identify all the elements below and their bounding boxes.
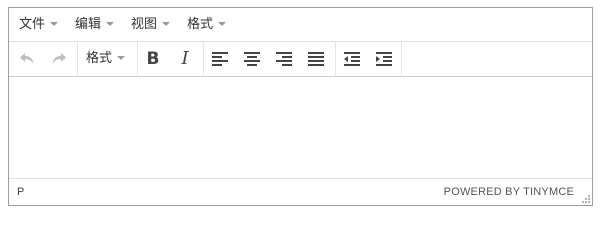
redo-button[interactable]: [47, 49, 71, 69]
italic-button[interactable]: I: [173, 49, 197, 69]
align-right-icon: [276, 52, 292, 66]
menu-view[interactable]: 视图: [131, 16, 171, 34]
outdent-icon: [344, 52, 360, 66]
toolbar-separator: [77, 42, 78, 77]
bold-icon: B: [146, 49, 160, 69]
chevron-down-icon: [106, 21, 115, 26]
editor-content-area[interactable]: [9, 77, 592, 178]
menu-file-label: 文件: [19, 17, 46, 32]
chevron-down-icon: [117, 55, 126, 60]
redo-icon: [52, 53, 66, 64]
menu-edit-label: 编辑: [75, 17, 102, 32]
align-left-icon: [212, 52, 228, 66]
toolbar-separator: [137, 42, 138, 77]
chevron-down-icon: [162, 21, 171, 26]
toolbar-separator: [335, 42, 336, 77]
format-dropdown-label: 格式: [86, 51, 113, 66]
outdent-button[interactable]: [340, 49, 364, 69]
align-justify-icon: [308, 52, 324, 66]
rich-text-editor: 文件 编辑 视图 格式 格式 B I P POWERED BY TINYMCE: [8, 7, 593, 206]
resize-handle-icon[interactable]: [582, 195, 590, 203]
menu-view-label: 视图: [131, 17, 158, 32]
menubar: 文件 编辑 视图 格式: [9, 8, 592, 42]
statusbar: P POWERED BY TINYMCE: [9, 178, 592, 205]
toolbar: 格式 B I: [9, 42, 592, 77]
element-path[interactable]: P: [17, 186, 24, 198]
menu-format-label: 格式: [187, 17, 214, 32]
align-center-button[interactable]: [240, 49, 264, 69]
toolbar-separator: [203, 42, 204, 77]
chevron-down-icon: [218, 21, 227, 26]
undo-button[interactable]: [15, 49, 39, 69]
powered-by-link[interactable]: POWERED BY TINYMCE: [444, 186, 574, 198]
indent-icon: [376, 52, 392, 66]
align-center-icon: [244, 52, 260, 66]
align-right-button[interactable]: [272, 49, 296, 69]
menu-file[interactable]: 文件: [19, 16, 59, 34]
indent-button[interactable]: [372, 49, 396, 69]
undo-icon: [20, 53, 34, 64]
menu-format[interactable]: 格式: [187, 16, 227, 34]
toolbar-separator: [401, 42, 402, 77]
chevron-down-icon: [50, 21, 59, 26]
align-left-button[interactable]: [208, 49, 232, 69]
format-dropdown[interactable]: 格式: [86, 49, 126, 69]
bold-button[interactable]: B: [141, 49, 165, 69]
align-justify-button[interactable]: [304, 49, 328, 69]
menu-edit[interactable]: 编辑: [75, 16, 115, 34]
italic-icon: I: [181, 48, 189, 69]
